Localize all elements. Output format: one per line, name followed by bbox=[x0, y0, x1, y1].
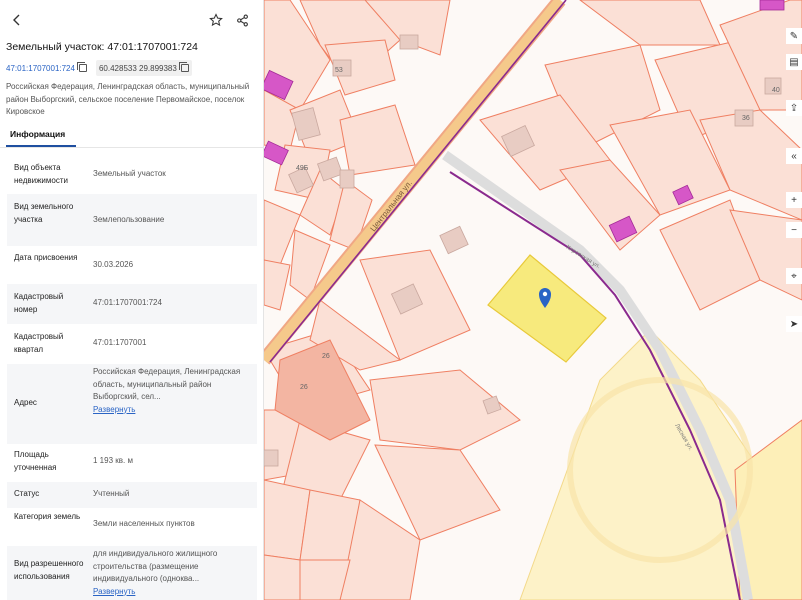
star-icon[interactable] bbox=[205, 9, 227, 31]
chevron-left-icon[interactable] bbox=[6, 9, 28, 31]
selected-parcel[interactable] bbox=[487, 254, 607, 363]
expand-usage-link[interactable]: Развернуть bbox=[93, 586, 253, 599]
draw-icon[interactable]: ✎ bbox=[786, 28, 802, 44]
info-row: Статус Учтенный bbox=[7, 482, 257, 508]
row-label: Кадастровый квартал bbox=[14, 332, 64, 354]
row-label: Адрес bbox=[14, 398, 37, 407]
row-value: для индивидуального жилищного строительс… bbox=[93, 548, 253, 598]
row-value: 30.03.2026 bbox=[93, 260, 134, 269]
page-title: Земельный участок: 47:01:1707001:724 bbox=[6, 41, 198, 53]
info-panel: Земельный участок: 47:01:1707001:724 47:… bbox=[0, 0, 264, 600]
address-line: Российская Федерация, Ленинградская обла… bbox=[6, 82, 250, 116]
row-label: Статус bbox=[14, 489, 40, 498]
house-number: 26 bbox=[300, 384, 308, 391]
compass-icon[interactable]: ➤ bbox=[786, 316, 802, 332]
share-icon[interactable] bbox=[231, 9, 253, 31]
row-value: Земельный участок bbox=[93, 169, 166, 178]
address-value-text: Российская Федерация, Ленинградская обла… bbox=[93, 367, 241, 401]
house-number: 36 bbox=[742, 115, 750, 122]
panel-toolbar bbox=[0, 8, 263, 34]
copy-icon[interactable] bbox=[178, 62, 189, 72]
map-canvas[interactable]: Центральная ул. Кировская ул. Лесная ул.… bbox=[264, 0, 802, 600]
row-label: Площадь уточненная bbox=[14, 450, 57, 472]
tab-information[interactable]: Информация bbox=[10, 129, 65, 139]
row-label: Кадастровый номер bbox=[14, 292, 64, 314]
info-row: Кадастровый номер 47:01:1707001:724 bbox=[7, 284, 257, 324]
house-number: 49Б bbox=[296, 165, 309, 172]
info-row: Площадь уточненная 1 193 кв. м bbox=[7, 444, 257, 482]
info-row: Дата присвоения 30.03.2026 bbox=[7, 246, 257, 284]
info-row: Адрес Российская Федерация, Ленинградска… bbox=[7, 364, 257, 444]
row-value: Учтенный bbox=[93, 489, 130, 498]
locate-icon[interactable]: ⌖ bbox=[786, 268, 802, 284]
row-label: Вид разрешенного использования bbox=[14, 559, 84, 581]
info-row: Кадастровый квартал 47:01:1707001 bbox=[7, 324, 257, 364]
copy-icon[interactable] bbox=[76, 62, 87, 72]
expand-address-link[interactable]: Развернуть bbox=[93, 404, 253, 417]
row-value: 47:01:1707001:724 bbox=[93, 298, 162, 307]
info-row: Категория земель Земли населенных пункто… bbox=[7, 508, 257, 546]
info-row: Вид земельного участка Землепользование bbox=[7, 194, 257, 246]
row-label: Вид земельного участка bbox=[14, 202, 74, 224]
usage-value-text: для индивидуального жилищного строительс… bbox=[93, 549, 218, 583]
cadastral-number-text: 47:01:1707001:724 bbox=[6, 63, 75, 73]
house-number: 53 bbox=[335, 67, 343, 74]
cadastral-map[interactable]: Центральная ул. Кировская ул. Лесная ул.… bbox=[264, 0, 802, 600]
zoom-out-icon[interactable]: − bbox=[786, 222, 802, 238]
info-row: Вид объекта недвижимости Земельный участ… bbox=[7, 154, 257, 194]
zoom-in-icon[interactable]: + bbox=[786, 192, 802, 208]
coordinates-text: 60.428533 29.899383 bbox=[98, 63, 177, 73]
upload-icon[interactable]: ⇪ bbox=[786, 100, 802, 116]
identifier-chips: 47:01:1707001:724 60.428533 29.899383 bbox=[4, 60, 192, 76]
row-value: Российская Федерация, Ленинградская обла… bbox=[93, 366, 253, 416]
row-label: Вид объекта недвижимости bbox=[14, 163, 68, 185]
collapse-icon[interactable]: « bbox=[786, 148, 802, 164]
layers-icon[interactable]: ▤ bbox=[786, 54, 802, 70]
row-label: Категория земель bbox=[14, 512, 81, 521]
row-label: Дата присвоения bbox=[14, 253, 78, 262]
cadastral-number-chip[interactable]: 47:01:1707001:724 bbox=[4, 60, 90, 76]
house-number: 40 bbox=[772, 87, 780, 94]
row-value: Земли населенных пунктов bbox=[93, 519, 195, 528]
street-label-central: Центральная ул. bbox=[368, 179, 413, 234]
info-row: Вид разрешенного использования для индив… bbox=[7, 546, 257, 600]
row-value: 47:01:1707001 bbox=[93, 338, 147, 347]
coordinates-chip[interactable]: 60.428533 29.899383 bbox=[95, 60, 192, 76]
row-value: 1 193 кв. м bbox=[93, 456, 133, 465]
row-value: Землепользование bbox=[93, 215, 165, 224]
tab-divider bbox=[0, 147, 263, 148]
house-number: 26 bbox=[322, 353, 330, 360]
